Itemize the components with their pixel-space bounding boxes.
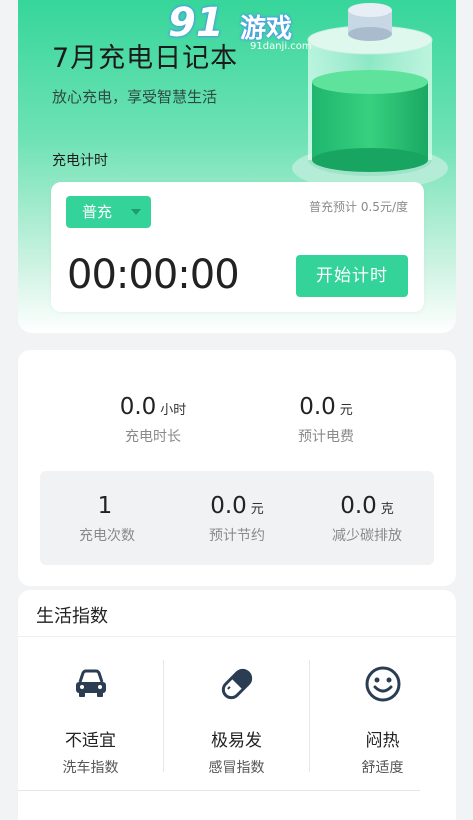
watermark-text: 游戏 — [240, 14, 293, 44]
stat-estimated-saving: 0.0 元 预计节约 — [172, 493, 302, 545]
start-timer-button[interactable]: 开始计时 — [296, 255, 408, 297]
watermark-logo: 91 游戏 91danji.com — [168, 0, 328, 54]
watermark-number: 91 — [168, 0, 224, 46]
stat-value: 0.0 — [299, 394, 336, 420]
charge-mode-select[interactable]: 普充 — [66, 196, 151, 228]
stat-value: 1 — [97, 493, 113, 519]
life-item-car-wash[interactable]: 不适宜 洗车指数 — [18, 660, 163, 776]
charge-mode-label: 普充 — [82, 203, 113, 221]
life-item-cold[interactable]: 极易发 感冒指数 — [164, 660, 309, 776]
divider — [18, 790, 420, 791]
stat-label: 预计节约 — [209, 528, 265, 544]
page-subtitle: 放心充电，享受智慧生活 — [52, 88, 218, 106]
life-item-value: 不适宜 — [65, 731, 116, 751]
timer-card: 普充 普充预计 0.5元/度 00:00:00 开始计时 — [51, 182, 424, 312]
life-index-card: 生活指数 不适宜 洗车指数 极易发 感冒指数 闷热 舒适度 — [18, 590, 456, 820]
stat-unit: 元 — [250, 502, 264, 517]
life-item-value: 闷热 — [365, 731, 400, 751]
stat-charge-count: 1 充电次数 — [42, 493, 172, 545]
stat-label: 充电次数 — [79, 528, 135, 544]
stat-label: 预计电费 — [298, 429, 354, 445]
stat-value: 0.0 — [119, 394, 157, 420]
life-item-value: 极易发 — [211, 731, 262, 751]
rate-text: 普充预计 0.5元/度 — [309, 200, 408, 214]
stat-value: 0.0 — [210, 493, 247, 519]
stat-value: 0.0 — [340, 493, 377, 519]
life-item-label: 洗车指数 — [62, 760, 119, 776]
life-index-title: 生活指数 — [36, 606, 108, 627]
caret-down-icon — [131, 209, 141, 215]
life-item-label: 感冒指数 — [208, 760, 265, 776]
stat-unit: 克 — [380, 502, 394, 517]
stat-unit: 元 — [339, 403, 353, 418]
life-item-label: 舒适度 — [361, 760, 404, 776]
stat-unit: 小时 — [160, 403, 187, 418]
divider — [18, 636, 456, 637]
stat-estimated-cost: 0.0 元 预计电费 — [251, 394, 401, 446]
stat-label: 减少碳排放 — [332, 528, 402, 544]
stat-charge-duration: 0.0 小时 充电时长 — [78, 394, 228, 446]
stats-secondary-panel: 1 充电次数 0.0 元 预计节约 0.0 克 减少碳排放 — [40, 471, 434, 565]
smiley-icon — [365, 666, 400, 702]
timer-section-label: 充电计时 — [52, 153, 108, 169]
pill-icon — [221, 668, 252, 700]
watermark-url: 91danji.com — [250, 41, 312, 52]
life-item-comfort[interactable]: 闷热 舒适度 — [310, 660, 455, 776]
stat-label: 充电时长 — [125, 429, 181, 445]
stats-card: 0.0 小时 充电时长 0.0 元 预计电费 1 充电次数 0.0 元 预计节约 0.… — [18, 350, 456, 586]
timer-display: 00:00:00 — [67, 252, 240, 298]
car-icon — [75, 669, 106, 697]
stat-carbon-reduction: 0.0 克 减少碳排放 — [302, 493, 432, 545]
